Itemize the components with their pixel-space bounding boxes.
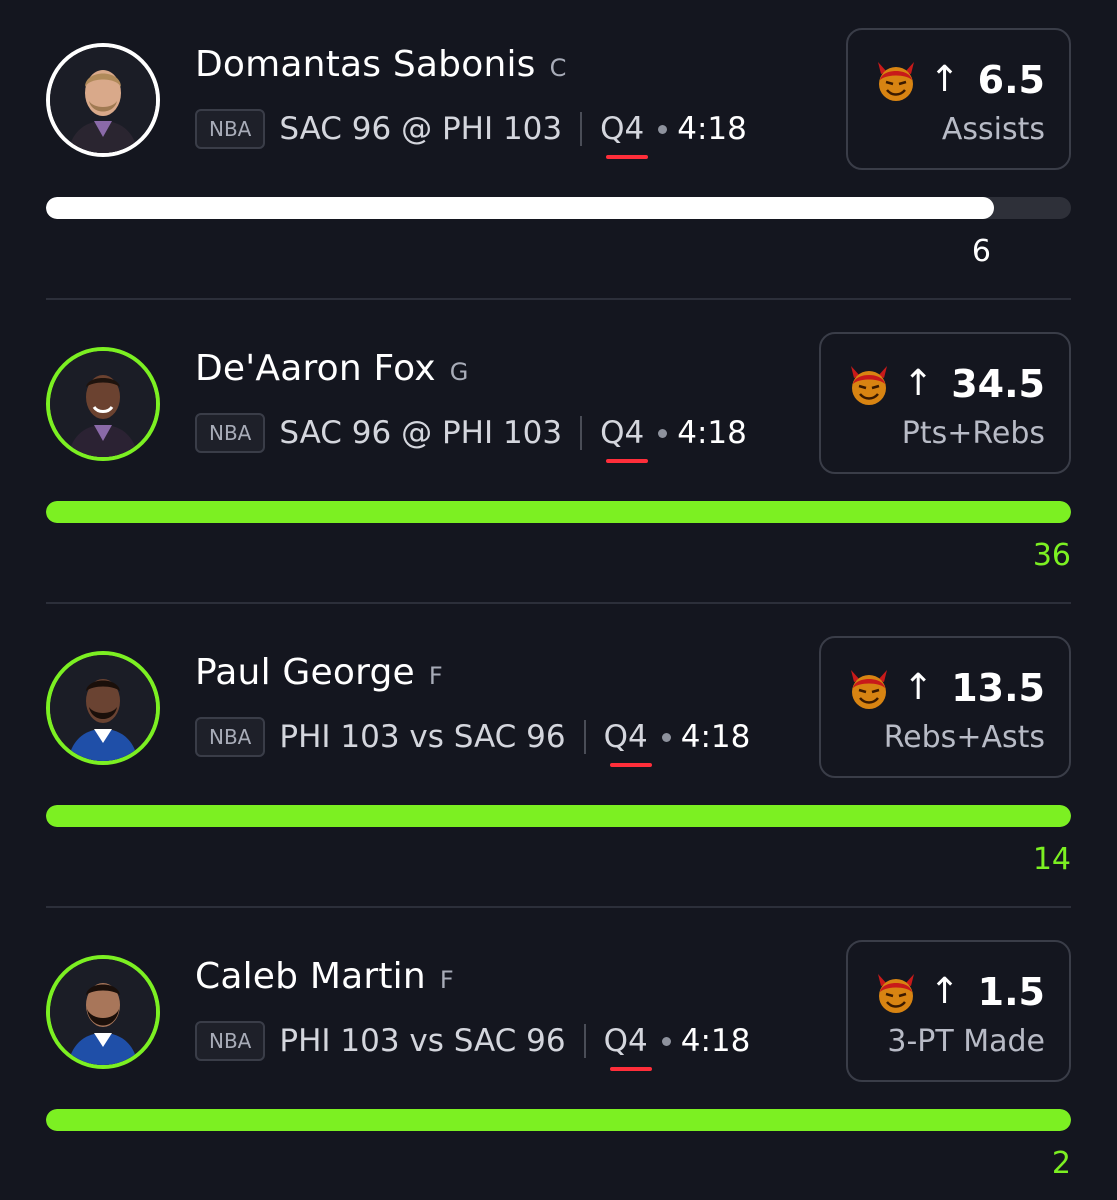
arrow-up-icon: ↑ <box>903 667 934 708</box>
pick-line-value: 13.5 <box>951 665 1045 710</box>
player-headshot-icon <box>50 47 156 153</box>
progress-value: 6 <box>971 234 991 269</box>
card-divider <box>46 602 1071 604</box>
progress-bar <box>46 1109 1071 1131</box>
progress-value: 2 <box>1051 1146 1071 1181</box>
progress-bar <box>46 805 1071 827</box>
game-quarter: Q4 <box>600 415 649 463</box>
progress-value: 14 <box>1032 842 1071 877</box>
pick-stat-type: Rebs+Asts <box>883 719 1045 755</box>
card-divider <box>46 298 1071 300</box>
pick-stat-type: Assists <box>941 111 1045 147</box>
player-position: C <box>549 54 567 82</box>
game-clock: 4:18 <box>680 1023 751 1059</box>
progress-bar <box>46 501 1071 523</box>
pick-line-box[interactable]: ↑ 34.5 Pts+Rebs <box>819 332 1071 474</box>
progress-value: 36 <box>1032 538 1071 573</box>
game-score: PHI 103 vs SAC 96 <box>279 719 566 755</box>
progress-fill <box>46 197 995 219</box>
player-headshot-icon <box>50 655 156 761</box>
progress-fill <box>46 1109 1071 1131</box>
player-headshot-icon <box>50 351 156 457</box>
pick-line-value: 6.5 <box>977 57 1045 102</box>
meta-divider <box>583 720 586 754</box>
game-score: SAC 96 @ PHI 103 <box>279 111 563 147</box>
player-position: F <box>439 966 454 994</box>
meta-divider <box>580 112 583 146</box>
dot-separator-icon <box>658 428 668 438</box>
pick-stat-type: 3-PT Made <box>887 1023 1045 1059</box>
game-quarter: Q4 <box>600 111 649 159</box>
pick-card[interactable]: Domantas Sabonis C NBA SAC 96 @ PHI 103 … <box>0 0 1117 304</box>
dot-separator-icon <box>661 1036 671 1046</box>
player-name: Paul George <box>195 652 415 693</box>
player-avatar <box>46 651 160 765</box>
progress-bar <box>46 197 1071 219</box>
dot-separator-icon <box>661 732 671 742</box>
player-name: Caleb Martin <box>195 956 426 997</box>
player-avatar <box>46 955 160 1069</box>
game-clock: 4:18 <box>677 111 747 147</box>
game-clock: 4:18 <box>680 719 751 755</box>
picks-list: Domantas Sabonis C NBA SAC 96 @ PHI 103 … <box>0 0 1117 1200</box>
progress-fill <box>46 501 1071 523</box>
game-quarter: Q4 <box>603 719 652 767</box>
pick-line-value: 34.5 <box>951 361 1045 406</box>
player-avatar <box>46 43 160 157</box>
pick-line-box[interactable]: ↑ 13.5 Rebs+Asts <box>819 636 1071 778</box>
pick-line-box[interactable]: ↑ 6.5 Assists <box>845 28 1071 170</box>
arrow-up-icon: ↑ <box>929 59 960 100</box>
player-position: F <box>428 662 443 690</box>
dot-separator-icon <box>658 124 668 134</box>
devil-emoji-icon <box>851 669 888 709</box>
player-name: De'Aaron Fox <box>195 348 436 389</box>
pick-card[interactable]: Caleb Martin F NBA PHI 103 vs SAC 96 Q4 … <box>0 912 1117 1200</box>
meta-divider <box>580 416 583 450</box>
game-clock: 4:18 <box>677 415 747 451</box>
progress-fill <box>46 805 1071 827</box>
pick-card[interactable]: Paul George F NBA PHI 103 vs SAC 96 Q4 4… <box>0 608 1117 912</box>
devil-emoji-icon <box>877 973 914 1013</box>
pick-line-value: 1.5 <box>977 969 1045 1014</box>
pick-line-box[interactable]: ↑ 1.5 3-PT Made <box>845 940 1071 1082</box>
pick-stat-type: Pts+Rebs <box>901 415 1045 451</box>
pick-card[interactable]: De'Aaron Fox G NBA SAC 96 @ PHI 103 Q4 4… <box>0 304 1117 608</box>
player-name: Domantas Sabonis <box>195 44 536 85</box>
league-badge: NBA <box>195 109 266 149</box>
league-badge: NBA <box>195 1021 266 1061</box>
game-quarter: Q4 <box>603 1023 652 1071</box>
player-position: G <box>449 358 469 386</box>
player-headshot-icon <box>50 959 156 1065</box>
devil-emoji-icon <box>877 61 914 101</box>
devil-emoji-icon <box>851 365 888 405</box>
league-badge: NBA <box>195 413 266 453</box>
arrow-up-icon: ↑ <box>903 363 934 404</box>
game-score: PHI 103 vs SAC 96 <box>279 1023 566 1059</box>
game-score: SAC 96 @ PHI 103 <box>279 415 563 451</box>
meta-divider <box>583 1024 586 1058</box>
league-badge: NBA <box>195 717 266 757</box>
player-avatar <box>46 347 160 461</box>
arrow-up-icon: ↑ <box>929 971 960 1012</box>
card-divider <box>46 906 1071 908</box>
